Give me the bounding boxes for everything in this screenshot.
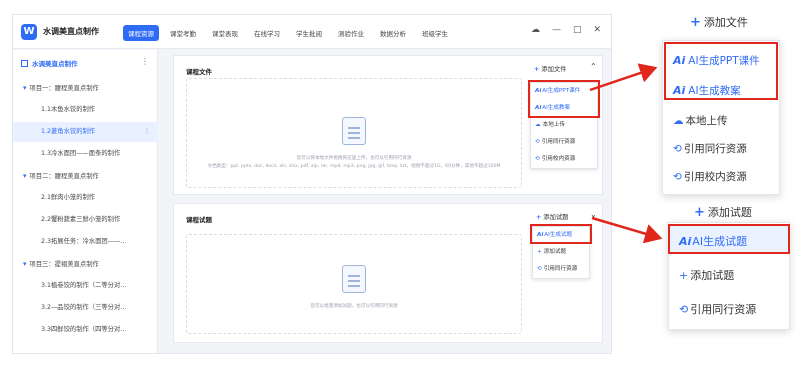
sidebar-item[interactable]: 2.1鲜肉小笼的制作: [13, 188, 158, 208]
panel-title: 课程文件: [186, 68, 212, 76]
menu-label: 引用同行资源: [683, 143, 747, 155]
zoom-highlight-box: [668, 224, 790, 254]
menu-peer-resources[interactable]: ⟲ 引用同行资源: [533, 261, 589, 278]
top-bar: W 水调美直点制作 课程资源 课堂考勤 课堂表现 在线学习 学生批阅 测验作业 …: [13, 15, 611, 49]
menu-label: 添加试题: [690, 269, 735, 282]
plus-icon: +: [679, 269, 689, 282]
dropzone-hint: 您可以将本地文件拖拽到这里上传，也可以引用同行资源: [296, 156, 412, 161]
sidebar-group-1[interactable]: 项目一：腰程美直点制作: [13, 78, 158, 98]
reference-icon: ⟲: [537, 266, 542, 272]
more-icon[interactable]: ⋮: [141, 57, 149, 66]
add-file-button[interactable]: + 添加文件: [534, 64, 566, 73]
menu-label: 本地上传: [685, 115, 728, 127]
tab-data-analysis[interactable]: 数据分析: [375, 25, 411, 41]
zoom-add-question-label: 添加试题: [707, 206, 752, 219]
menu-label: 引用同行资源: [543, 266, 578, 272]
app-title: 水调美直点制作: [43, 27, 99, 36]
tab-performance[interactable]: 课堂表现: [207, 25, 243, 41]
plus-icon: +: [694, 205, 705, 220]
window-controls: ☁ — □ ✕: [531, 25, 601, 35]
menu-label: 添加试题: [543, 249, 567, 255]
plus-icon: +: [536, 214, 542, 221]
nav-tabs: 课程资源 课堂考勤 课堂表现 在线学习 学生批阅 测验作业 数据分析 班级学生: [123, 25, 453, 41]
tab-class-students[interactable]: 班级学生: [417, 25, 453, 41]
highlight-box: [530, 224, 592, 244]
sidebar-group-3[interactable]: 项目三：提褶美直点制作: [13, 254, 158, 274]
menu-school-resources[interactable]: ⟲ 引用校内资源: [531, 151, 597, 168]
question-doc-icon: [342, 265, 366, 293]
dropzone-file-types: 文档类型：ppt, pptx, doc, docx, xls, xlsx, pd…: [207, 164, 501, 169]
reference-icon: ⟲: [673, 171, 682, 183]
upload-file-icon: [342, 117, 366, 145]
menu-local-upload[interactable]: ☁ 本地上传: [531, 117, 597, 134]
zoom-add-file[interactable]: + 添加文件: [690, 14, 748, 30]
reference-icon: ⟲: [535, 156, 540, 162]
sidebar-item[interactable]: 3.1植卷饺的制作（二等分对...: [13, 276, 158, 296]
zoom-menu-peer-resources[interactable]: ⟲ 引用同行资源: [673, 141, 747, 156]
plus-icon: +: [534, 66, 540, 73]
cloud-upload-icon: ☁: [535, 122, 541, 128]
tab-course-resources[interactable]: 课程资源: [123, 25, 159, 41]
app-window: W 水调美直点制作 课程资源 课堂考勤 课堂表现 在线学习 学生批阅 测验作业 …: [12, 14, 612, 354]
zoom-highlight-box: [664, 42, 778, 100]
highlight-box: [528, 80, 600, 118]
menu-label: 引用校内资源: [683, 171, 747, 183]
reference-icon: ⟲: [679, 303, 689, 316]
add-file-label: 添加文件: [541, 66, 567, 73]
menu-label: 引用同行资源: [690, 303, 757, 316]
tab-quiz-homework[interactable]: 测验作业: [333, 25, 369, 41]
plus-icon: +: [537, 249, 542, 255]
minimize-icon[interactable]: —: [552, 25, 561, 35]
file-dropzone[interactable]: 您可以将本地文件拖拽到这里上传，也可以引用同行资源 文档类型：ppt, pptx…: [186, 78, 522, 188]
sidebar-item[interactable]: 1.1木鱼水饺的制作: [13, 100, 158, 120]
menu-label: 引用同行资源: [541, 139, 576, 145]
tab-student-review[interactable]: 学生批阅: [291, 25, 327, 41]
plus-icon: +: [690, 15, 701, 30]
cloud-upload-icon: ☁: [673, 115, 684, 127]
checkbox-icon: [21, 59, 28, 67]
dropzone-hint: 您可以批量添加试题，也可以引用同行资源: [310, 304, 398, 309]
sidebar-item[interactable]: 3.3四鲜饺的制作（四等分对...: [13, 320, 158, 340]
course-questions-panel: 课程试题 + 添加试题 ⌄ 您可以批量添加试题，也可以引用同行资源 AiAI生成试…: [173, 203, 603, 343]
app-logo: W: [21, 24, 37, 40]
sidebar-item[interactable]: 3.2—品饺的制作（三等分对...: [13, 298, 158, 318]
menu-label: 本地上传: [542, 122, 565, 128]
sidebar-group-2[interactable]: 项目二：腰程美直点制作: [13, 166, 158, 186]
zoom-menu-school-resources[interactable]: ⟲ 引用校内资源: [673, 169, 747, 184]
menu-peer-resources[interactable]: ⟲ 引用同行资源: [531, 134, 597, 151]
sidebar-item[interactable]: 1.3冷水面团——面条的制作: [13, 144, 158, 164]
sidebar-item[interactable]: 2.3拓展任务：冷水面团——...: [13, 232, 158, 252]
course-sidebar: 水调美直点制作 ⋮ 项目一：腰程美直点制作 1.1木鱼水饺的制作 1.2菱角水饺…: [13, 50, 158, 353]
sidebar-item-label: 1.2菱角水饺的制作: [41, 128, 96, 135]
cloud-icon[interactable]: ☁: [531, 25, 540, 35]
reference-icon: ⟲: [673, 143, 682, 155]
tab-attendance[interactable]: 课堂考勤: [165, 25, 201, 41]
question-dropzone[interactable]: 您可以批量添加试题，也可以引用同行资源: [186, 234, 522, 334]
chevron-down-icon[interactable]: ⌄: [590, 210, 597, 219]
tab-online-learning[interactable]: 在线学习: [249, 25, 285, 41]
add-question-label: 添加试题: [543, 214, 569, 221]
course-files-panel: 课程文件 + 添加文件 ⌃ 您可以将本地文件拖拽到这里上传，也可以引用同行资源 文…: [173, 55, 603, 195]
reference-icon: ⟲: [535, 139, 540, 145]
zoom-menu-local-upload[interactable]: ☁ 本地上传: [673, 113, 728, 128]
menu-add-question[interactable]: + 添加试题: [533, 244, 589, 261]
sidebar-header-label: 水调美直点制作: [32, 60, 78, 68]
maximize-icon[interactable]: □: [573, 25, 582, 35]
add-question-button[interactable]: + 添加试题: [536, 212, 568, 221]
sidebar-item[interactable]: 2.2蟹粉蔬素三鲜小笼的制作: [13, 210, 158, 230]
panel-title: 课程试题: [186, 216, 212, 224]
close-icon[interactable]: ✕: [593, 25, 601, 35]
chevron-up-icon[interactable]: ⌃: [590, 62, 597, 71]
sidebar-header[interactable]: 水调美直点制作: [21, 58, 78, 68]
menu-label: 引用校内资源: [541, 156, 576, 162]
more-icon[interactable]: ⋮: [144, 122, 150, 142]
zoom-add-question[interactable]: + 添加试题: [694, 204, 752, 220]
zoom-add-file-label: 添加文件: [703, 16, 748, 29]
zoom-menu-add-question[interactable]: + 添加试题: [679, 267, 734, 283]
sidebar-item-selected[interactable]: 1.2菱角水饺的制作 ⋮: [13, 122, 158, 142]
zoom-menu-peer-resources[interactable]: ⟲ 引用同行资源: [679, 301, 756, 317]
